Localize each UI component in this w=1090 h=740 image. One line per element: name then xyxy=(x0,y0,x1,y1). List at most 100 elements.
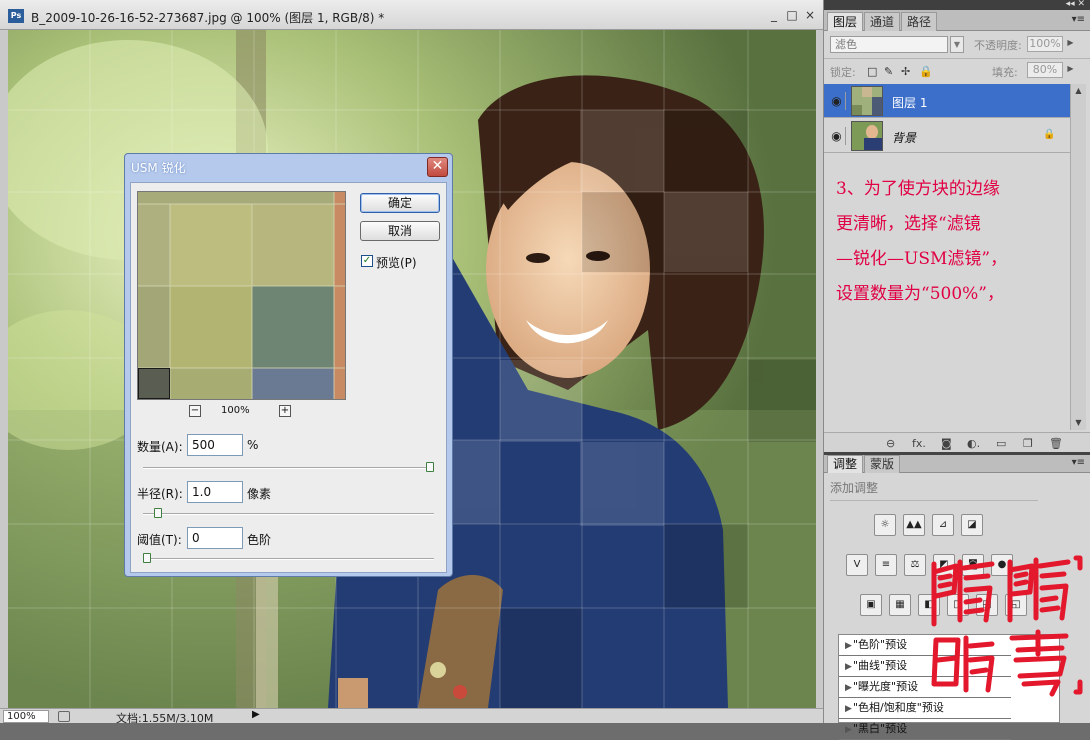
expand-triangle-icon[interactable]: ▶ xyxy=(839,699,853,719)
tab-paths[interactable]: 路径 xyxy=(901,12,938,31)
close-button[interactable]: × xyxy=(803,8,817,22)
invert-icon[interactable]: ▣ xyxy=(860,594,882,616)
amount-input[interactable]: 500 xyxy=(187,434,243,456)
amount-slider-thumb[interactable] xyxy=(426,462,434,472)
status-arrow-icon[interactable]: ▶ xyxy=(252,709,260,720)
adjustments-menu-icon[interactable]: ▾≡ xyxy=(1072,457,1085,468)
adjustment-icon[interactable]: ◐. xyxy=(967,437,980,450)
expand-triangle-icon[interactable]: ▶ xyxy=(839,678,853,698)
new-layer-icon[interactable]: ❐ xyxy=(1023,437,1033,450)
layer-row-background[interactable]: ◉ 背景 🔒 xyxy=(824,119,1070,153)
exposure-icon[interactable]: ◪ xyxy=(961,514,983,536)
fill-field[interactable]: 80% xyxy=(1027,62,1063,78)
radius-slider-thumb[interactable] xyxy=(154,508,163,518)
tab-adjustments[interactable]: 调整 xyxy=(827,455,864,473)
fill-arrow-icon[interactable]: ▶ xyxy=(1065,62,1076,78)
filter-preview[interactable] xyxy=(137,191,346,400)
tutorial-annotation: 3、为了使方块的边缘 更清晰，选择“滤镜 —锐化—USM滤镜”， 设置数量为“5… xyxy=(836,172,1068,312)
eye-icon[interactable]: ◉ xyxy=(828,92,846,110)
link-icon[interactable]: ⊖ xyxy=(886,437,895,450)
preset-black-white[interactable]: ▶"黑白"预设 xyxy=(839,719,1011,740)
preset-label: "黑白"预设 xyxy=(853,722,908,735)
document-title-bar[interactable]: Ps B_2009-10-26-16-52-273687.jpg @ 100% … xyxy=(0,0,823,30)
cancel-button[interactable]: 取消 xyxy=(360,221,440,241)
radius-slider[interactable] xyxy=(143,508,434,518)
threshold-slider[interactable] xyxy=(143,553,434,563)
panel-dock-header[interactable]: ◂◂ ✕ xyxy=(824,0,1090,10)
layer-row-layer1[interactable]: ◉ 图层 1 xyxy=(824,84,1070,118)
dialog-title: USM 锐化 xyxy=(131,161,186,175)
dialog-close-button[interactable]: ✕ xyxy=(427,157,448,177)
add-adjustment-label: 添加调整 xyxy=(830,481,879,495)
calligraphy-seal-mark xyxy=(931,555,1083,697)
scroll-down-icon[interactable]: ▼ xyxy=(1071,416,1086,430)
lock-all-icon[interactable]: 🔒 xyxy=(919,65,933,78)
preset-hue-saturation[interactable]: ▶"色相/饱和度"预设 xyxy=(839,698,1011,719)
usm-sharpen-dialog: USM 锐化 ✕ − 100% + 确定 取消 ✓ 预览(P) 数量(A): 5… xyxy=(124,153,453,577)
layers-footer: ⊖ fx. ◙ ◐. ▭ ❐ 🗑 xyxy=(824,432,1090,452)
panel-menu-icon[interactable]: ▾≡ xyxy=(1072,14,1085,25)
right-panel-dock: ◂◂ ✕ 图层 通道 路径 ▾≡ 滤色 ▼ 不透明度: 100% ▶ 锁定: □… xyxy=(823,0,1090,740)
preview-image xyxy=(138,192,345,399)
mask-icon[interactable]: ◙ xyxy=(941,437,952,450)
ok-button[interactable]: 确定 xyxy=(360,193,440,213)
annotation-line: 3、为了使方块的边缘 xyxy=(836,179,1000,199)
layers-scrollbar[interactable]: ▲ ▼ xyxy=(1070,84,1086,430)
layer-thumbnail xyxy=(851,121,883,151)
blend-mode-select[interactable]: 滤色 xyxy=(830,36,948,53)
layers-panel-tabs: 图层 通道 路径 ▾≡ xyxy=(824,10,1090,31)
eye-icon[interactable]: ◉ xyxy=(828,127,846,145)
curves-icon[interactable]: ⊿ xyxy=(932,514,954,536)
opacity-field[interactable]: 100% xyxy=(1027,36,1063,52)
expand-triangle-icon[interactable]: ▶ xyxy=(839,657,853,677)
amount-slider[interactable] xyxy=(143,462,434,472)
status-menu-icon[interactable] xyxy=(58,711,70,722)
opacity-label: 不透明度: xyxy=(974,39,1022,52)
scroll-up-icon[interactable]: ▲ xyxy=(1071,84,1086,98)
layer1-thumbnail-image xyxy=(852,87,882,115)
amount-label: 数量(A): xyxy=(137,440,183,454)
lock-icon: 🔒 xyxy=(1043,129,1056,140)
adjustment-row: ☼ ▲▲ ⊿ ◪ xyxy=(874,514,994,538)
minimize-button[interactable]: _ xyxy=(767,8,781,22)
photoshop-icon: Ps xyxy=(8,9,24,23)
tab-layers[interactable]: 图层 xyxy=(827,12,864,31)
posterize-icon[interactable]: ▦ xyxy=(889,594,911,616)
preset-label: "曲线"预设 xyxy=(853,659,908,672)
opacity-arrow-icon[interactable]: ▶ xyxy=(1065,36,1076,52)
chevron-down-icon[interactable]: ▼ xyxy=(950,36,964,53)
hue-saturation-icon[interactable]: ≡ xyxy=(875,554,897,576)
lock-position-icon[interactable]: ✢ xyxy=(901,65,910,78)
group-icon[interactable]: ▭ xyxy=(996,437,1006,450)
annotation-line: 设置数量为“500%”， xyxy=(836,284,1004,304)
collapse-icon[interactable]: ◂◂ ✕ xyxy=(1066,0,1085,9)
layer-name[interactable]: 背景 xyxy=(892,129,916,146)
zoom-out-button[interactable]: − xyxy=(189,405,201,417)
radius-input[interactable]: 1.0 xyxy=(187,481,243,503)
fx-icon[interactable]: fx. xyxy=(912,437,926,450)
preview-checkbox[interactable]: ✓ xyxy=(361,255,373,267)
levels-icon[interactable]: ▲▲ xyxy=(903,514,925,536)
trash-icon[interactable]: 🗑 xyxy=(1049,437,1063,450)
radius-label: 半径(R): xyxy=(137,487,183,501)
threshold-slider-thumb[interactable] xyxy=(143,553,151,563)
amount-unit: % xyxy=(247,438,259,452)
lock-transparency-icon[interactable]: □ xyxy=(867,65,877,78)
document-title: B_2009-10-26-16-52-273687.jpg @ 100% (图层… xyxy=(31,11,385,25)
zoom-in-button[interactable]: + xyxy=(279,405,291,417)
threshold-input[interactable]: 0 xyxy=(187,527,243,549)
vibrance-icon[interactable]: V xyxy=(846,554,868,576)
threshold-unit: 色阶 xyxy=(247,533,272,547)
zoom-field[interactable]: 100% xyxy=(3,710,49,723)
tab-masks[interactable]: 蒙版 xyxy=(864,455,901,473)
expand-triangle-icon[interactable]: ▶ xyxy=(839,636,853,656)
preview-checkbox-label: 预览(P) xyxy=(376,256,417,270)
brightness-icon[interactable]: ☼ xyxy=(874,514,896,536)
status-bar: 100% 文档:1.55M/3.10M ▶ xyxy=(0,708,823,725)
lock-pixels-icon[interactable]: ✎ xyxy=(884,65,893,78)
color-balance-icon[interactable]: ⚖ xyxy=(904,554,926,576)
tab-channels[interactable]: 通道 xyxy=(864,12,901,31)
expand-triangle-icon[interactable]: ▶ xyxy=(839,720,853,740)
maximize-button[interactable]: □ xyxy=(785,8,799,22)
layer-name[interactable]: 图层 1 xyxy=(892,94,927,111)
